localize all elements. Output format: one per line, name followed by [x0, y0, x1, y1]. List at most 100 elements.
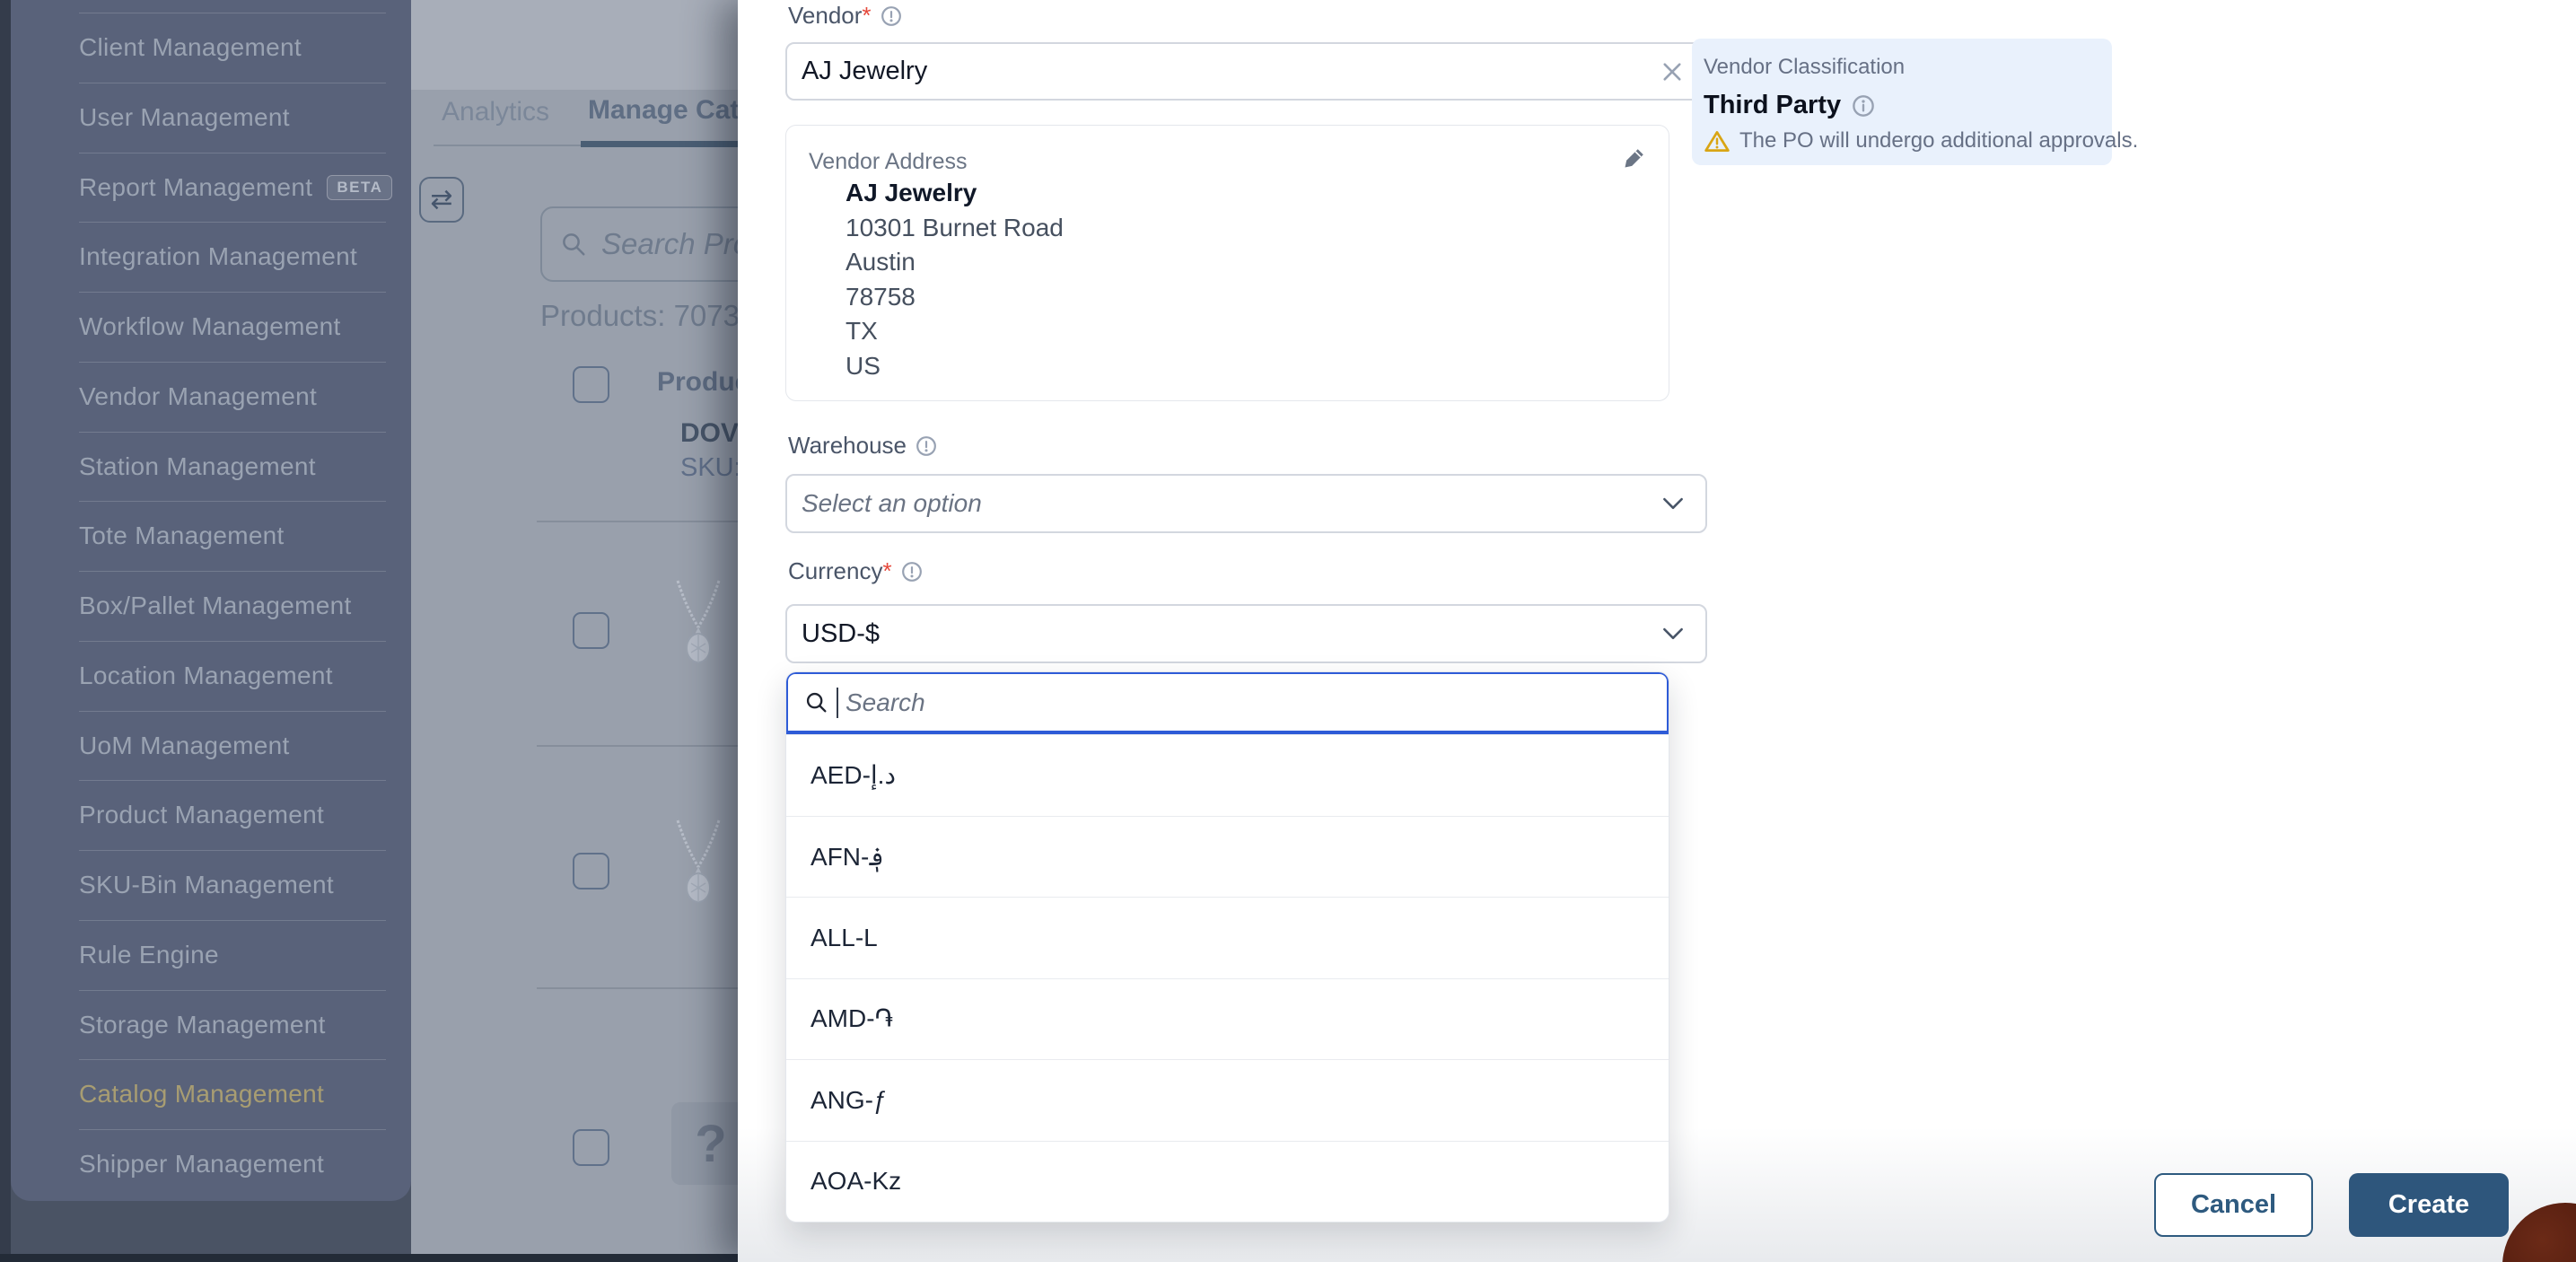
sidebar-item-station-management[interactable]: Station Management — [11, 432, 400, 502]
sidebar-item-label: Client Management — [79, 33, 302, 62]
catalog-page-background: Analytics Manage Catalog ⇄ Search Prod P… — [411, 0, 738, 1254]
warehouse-select[interactable]: Select an option — [785, 474, 1707, 533]
catalog-toolbar-band — [411, 0, 738, 90]
sidebar-item-uom-management[interactable]: UoM Management — [11, 711, 400, 781]
vendor-input-value: AJ Jewelry — [802, 57, 927, 86]
sidebar-item-integration-management[interactable]: Integration Management — [11, 222, 400, 292]
text-cursor — [837, 688, 838, 718]
sidebar-item-label: Location Management — [79, 662, 333, 690]
currency-option-ang[interactable]: ANG-ƒ — [786, 1059, 1669, 1141]
vendor-address-card: Vendor Address AJ Jewelry 10301 Burnet R… — [785, 125, 1669, 401]
vendor-classification-card: Vendor Classification Third Party The PO… — [1692, 39, 2112, 165]
vendor-address-lines: AJ Jewelry 10301 Burnet Road Austin 7875… — [846, 176, 1064, 383]
active-tab-underline — [581, 141, 738, 147]
sidebar-item-label: Station Management — [79, 452, 316, 481]
vendor-input[interactable]: AJ Jewelry — [785, 42, 1707, 101]
missing-image-placeholder: ? — [671, 1102, 738, 1185]
product-row-checkbox[interactable] — [573, 612, 609, 649]
sidebar-item-location-management[interactable]: Location Management — [11, 641, 400, 711]
product-row-title: DOV — [680, 418, 738, 449]
swap-arrows-icon: ⇄ — [430, 184, 452, 215]
vendor-field-label: Vendor* — [788, 2, 902, 30]
currency-option-afn[interactable]: AFN-؋ — [786, 816, 1669, 898]
info-icon — [881, 5, 902, 27]
currency-select-value: USD-$ — [802, 619, 880, 649]
address-line: US — [846, 349, 1064, 384]
currency-search-input[interactable]: Search — [786, 672, 1669, 734]
address-line: 10301 Burnet Road — [846, 211, 1064, 246]
sidebar-item-label: User Management — [79, 103, 290, 132]
edit-pencil-icon[interactable] — [1622, 145, 1647, 171]
currency-field-label: Currency* — [788, 557, 923, 585]
select-all-checkbox[interactable] — [573, 366, 609, 403]
currency-search-placeholder: Search — [846, 688, 925, 717]
product-row-sku: SKU: — [680, 453, 738, 483]
tab-analytics[interactable]: Analytics — [442, 97, 549, 127]
catalog-search-input[interactable]: Search Prod — [540, 206, 738, 282]
currency-option-all[interactable]: ALL-L — [786, 897, 1669, 978]
sidebar-item-shipper-management[interactable]: Shipper Management — [11, 1129, 400, 1199]
vendor-classification-value: Third Party — [1704, 91, 1841, 120]
create-button[interactable]: Create — [2349, 1173, 2509, 1237]
chevron-down-icon — [1662, 497, 1684, 511]
currency-dropdown-panel: Search AED-د.إ AFN-؋ ALL-L AMD-֏ ANG-ƒ A… — [785, 671, 1669, 1223]
sidebar-item-label: Workflow Management — [79, 312, 341, 341]
sidebar-item-label: SKU-Bin Management — [79, 871, 334, 899]
sidebar-item-report-management[interactable]: Report ManagementBETA — [11, 153, 400, 223]
row-divider — [537, 987, 738, 989]
info-icon — [916, 435, 937, 457]
product-row-checkbox[interactable] — [573, 853, 609, 890]
sidebar-item-user-management[interactable]: User Management — [11, 83, 400, 153]
address-line: AJ Jewelry — [846, 176, 1064, 211]
required-asterisk: * — [882, 557, 891, 584]
warning-triangle-icon — [1704, 129, 1730, 153]
sidebar-item-workflow-management[interactable]: Workflow Management — [11, 292, 400, 362]
product-thumbnail-necklace — [671, 819, 725, 908]
sidebar-item-label: UoM Management — [79, 732, 290, 760]
sidebar-item-rule-engine[interactable]: Rule Engine — [11, 920, 400, 990]
address-line: 78758 — [846, 280, 1064, 315]
sidebar-item-product-management[interactable]: Product Management — [11, 780, 400, 850]
products-count: Products: 70736 — [540, 299, 738, 333]
clear-icon[interactable] — [1660, 60, 1684, 83]
currency-label-text: Currency — [788, 557, 882, 584]
currency-option-aoa[interactable]: AOA-Kz — [786, 1141, 1669, 1223]
products-column-header: Produc — [657, 367, 738, 398]
product-thumbnail-necklace — [671, 579, 725, 669]
tab-manage-catalog[interactable]: Manage Catalog — [588, 95, 738, 126]
sidebar-item-label: Vendor Management — [79, 382, 317, 411]
address-line: Austin — [846, 245, 1064, 280]
swap-columns-button[interactable]: ⇄ — [419, 177, 464, 223]
sidebar-item-label: Rule Engine — [79, 941, 219, 969]
sidebar-item-tote-management[interactable]: Tote Management — [11, 501, 400, 571]
sidebar-item-label: Box/Pallet Management — [79, 592, 352, 620]
sidebar-item-label: Tote Management — [79, 521, 285, 550]
product-row-checkbox[interactable] — [573, 1129, 609, 1166]
warehouse-placeholder: Select an option — [802, 489, 982, 518]
currency-option-aed[interactable]: AED-د.إ — [786, 734, 1669, 816]
sidebar-item-catalog-management[interactable]: Catalog Management — [11, 1059, 400, 1129]
backdrop-left-strip — [0, 0, 11, 1262]
backdrop-bottom-strip — [0, 1254, 738, 1262]
currency-select[interactable]: USD-$ — [785, 604, 1707, 663]
currency-option-amd[interactable]: AMD-֏ — [786, 978, 1669, 1060]
vendor-label-text: Vendor — [788, 2, 862, 29]
sidebar-item-sku-bin-management[interactable]: SKU-Bin Management — [11, 850, 400, 920]
sidebar-item-vendor-management[interactable]: Vendor Management — [11, 362, 400, 432]
search-icon — [804, 690, 829, 715]
tab-baseline — [434, 145, 581, 146]
cancel-button[interactable]: Cancel — [2154, 1173, 2313, 1237]
warehouse-field-label: Warehouse — [788, 432, 937, 460]
vendor-classification-warning: The PO will undergo additional approvals… — [1739, 128, 2138, 153]
sidebar-item-client-management[interactable]: Client Management — [11, 13, 400, 83]
create-po-drawer: Vendor* AJ Jewelry Vendor Address A — [738, 0, 2576, 1262]
info-icon[interactable] — [1852, 94, 1875, 118]
sidebar-item-storage-management[interactable]: Storage Management — [11, 990, 400, 1060]
row-divider — [537, 745, 738, 747]
info-icon — [901, 561, 923, 583]
warehouse-label-text: Warehouse — [788, 432, 907, 460]
address-line: TX — [846, 314, 1064, 349]
chevron-down-icon — [1662, 627, 1684, 641]
search-icon — [560, 231, 587, 258]
sidebar-item-box-pallet-management[interactable]: Box/Pallet Management — [11, 571, 400, 641]
